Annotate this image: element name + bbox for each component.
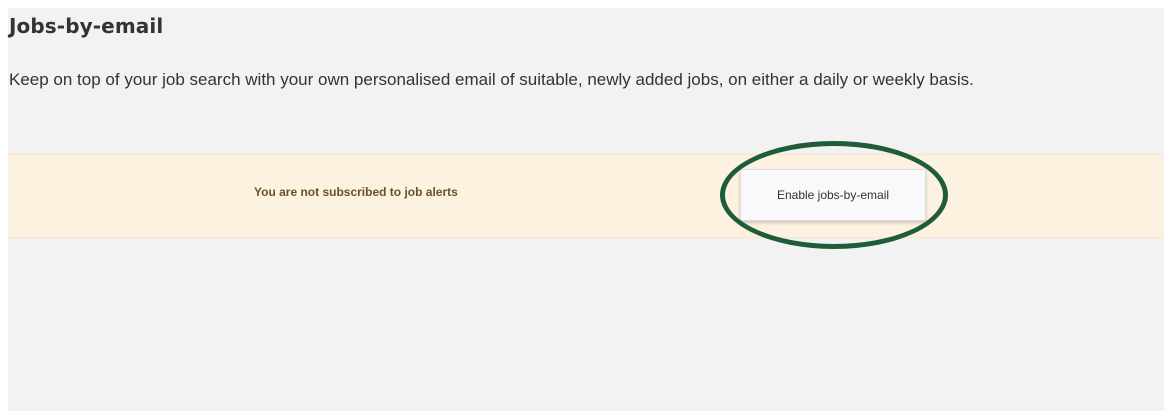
subscription-status-text: You are not subscribed to job alerts <box>254 185 458 199</box>
jobs-by-email-panel: Jobs-by-email Keep on top of your job se… <box>8 8 1164 411</box>
job-alert-status-bar: You are not subscribed to job alerts Ena… <box>8 141 1164 249</box>
page-title: Jobs-by-email <box>9 14 164 38</box>
intro-paragraph: Keep on top of your job search with your… <box>9 70 974 89</box>
enable-jobs-by-email-button[interactable]: Enable jobs-by-email <box>740 169 926 221</box>
